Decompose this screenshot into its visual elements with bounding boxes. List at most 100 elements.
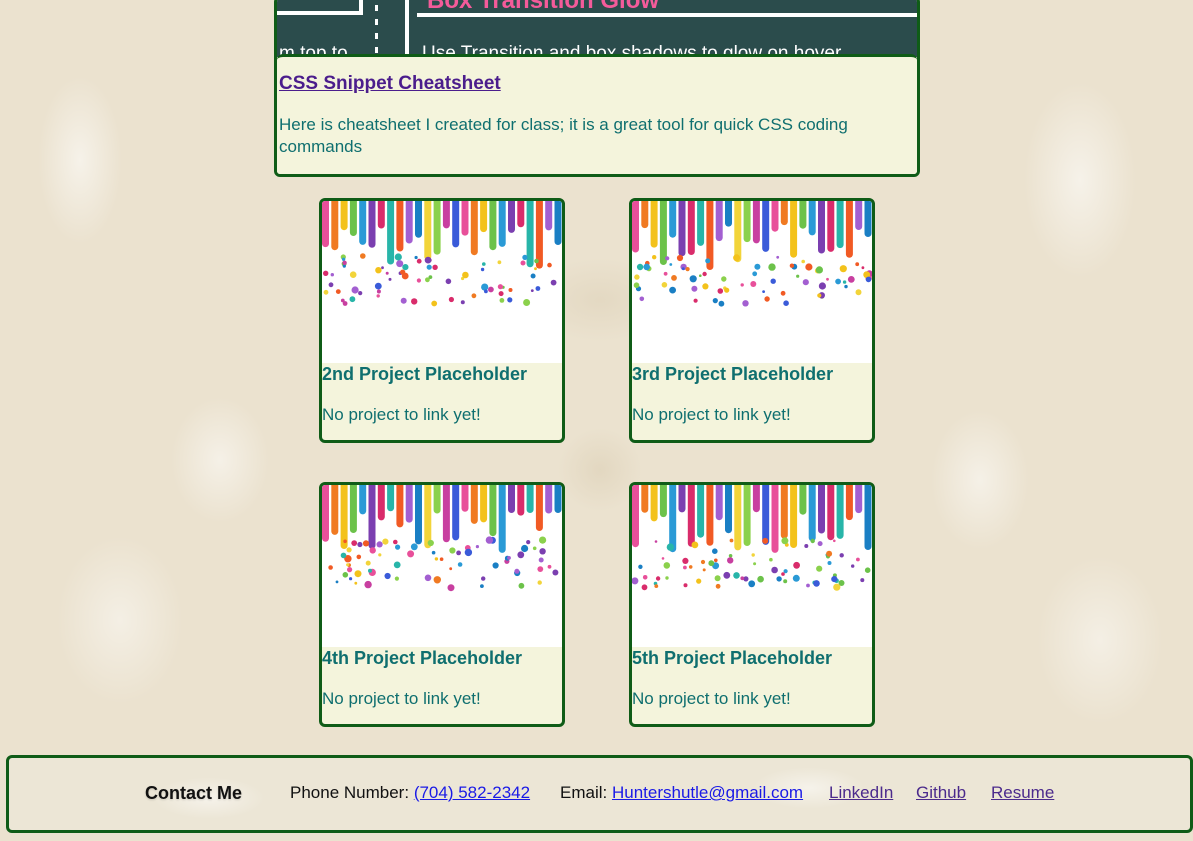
paint-dot <box>783 300 789 306</box>
paint-drip <box>808 201 816 236</box>
paint-dot <box>393 561 401 569</box>
paint-dot <box>347 567 353 573</box>
featured-project-body: CSS Snippet Cheatsheet Here is cheatshee… <box>277 54 917 174</box>
paint-dot <box>522 254 528 260</box>
paint-drip <box>678 201 686 257</box>
paint-dot <box>776 576 782 582</box>
paint-dot <box>364 580 372 589</box>
paint-dot <box>449 567 453 571</box>
paint-dot <box>729 538 734 543</box>
paint-dot <box>702 283 709 290</box>
paint-drip <box>864 485 872 550</box>
paint-drip <box>706 485 714 546</box>
paint-dot <box>699 274 702 277</box>
project-title: 4th Project Placeholder <box>322 648 523 668</box>
paint-dot <box>666 543 675 551</box>
paint-dot <box>643 263 650 271</box>
paint-dot <box>691 541 699 549</box>
project-title: 5th Project Placeholder <box>632 648 833 668</box>
paint-drip <box>498 485 506 553</box>
paint-drip <box>650 201 658 248</box>
paint-drip <box>545 201 553 231</box>
paint-drip <box>480 201 488 233</box>
phone-label: Phone Number: <box>290 783 410 802</box>
paint-dot <box>702 271 707 277</box>
paint-drip <box>780 201 788 226</box>
paint-dot <box>855 289 862 296</box>
paint-dot <box>518 582 525 589</box>
paint-dot <box>792 574 800 582</box>
paint-dot <box>384 572 391 580</box>
paint-drip <box>340 485 348 549</box>
paint-dot <box>433 576 441 584</box>
paint-drip <box>715 201 723 242</box>
project-card-5[interactable]: 5th Project Placeholder No project to li… <box>629 482 875 727</box>
paint-dot <box>833 583 841 591</box>
paint-dot <box>537 566 544 572</box>
project-card-3[interactable]: 3rd Project Placeholder No project to li… <box>629 198 875 443</box>
phone-link[interactable]: (704) 582-2342 <box>414 783 530 802</box>
paint-dot <box>728 554 733 558</box>
paint-dot <box>402 264 409 271</box>
paint-dot <box>388 277 392 281</box>
paint-dot <box>783 569 788 574</box>
paint-dot <box>376 541 383 548</box>
project-card-4[interactable]: 4th Project Placeholder No project to li… <box>319 482 565 727</box>
paint-dot <box>861 266 865 270</box>
paint-dot <box>702 568 706 572</box>
paint-dot <box>497 260 502 265</box>
paint-dot <box>764 296 770 302</box>
resume-link[interactable]: Resume <box>991 783 1054 803</box>
paint-dot <box>817 293 822 298</box>
paint-dot <box>748 580 756 588</box>
paint-drip <box>377 201 385 229</box>
paint-dot <box>488 286 494 293</box>
paint-dot <box>717 288 724 294</box>
paint-dot <box>636 263 644 271</box>
paint-dot <box>342 572 349 578</box>
paint-dot <box>426 264 432 270</box>
paint-dot <box>685 267 690 272</box>
banner-line <box>277 11 361 15</box>
paint-dot <box>432 264 438 270</box>
paint-drip <box>827 485 835 541</box>
paint-dot <box>356 554 362 560</box>
paint-dot <box>801 259 805 264</box>
paint-dot <box>789 263 795 268</box>
featured-project-image[interactable]: Box Transition Glow m top to Use Transit… <box>277 0 917 57</box>
paint-dot <box>796 274 800 278</box>
project-card-2[interactable]: 2nd Project Placeholder No project to li… <box>319 198 565 443</box>
paint-dot <box>447 584 455 592</box>
paint-drip <box>415 201 422 238</box>
featured-project-link[interactable]: CSS Snippet Cheatsheet <box>279 73 501 95</box>
paint-dot <box>818 282 826 290</box>
paint-dot <box>445 278 452 285</box>
paint-drip <box>808 485 816 542</box>
paint-drip <box>641 485 649 513</box>
email-link[interactable]: Huntershutle@gmail.com <box>612 783 803 802</box>
paint-dot <box>661 282 668 288</box>
paint-drip <box>725 201 732 227</box>
paint-dot <box>733 572 740 579</box>
linkedin-link[interactable]: LinkedIn <box>829 783 893 803</box>
paint-drip <box>405 485 413 523</box>
paint-dot <box>669 286 676 294</box>
paint-drip <box>678 485 686 513</box>
paint-dot <box>464 548 473 557</box>
paint-dot <box>805 263 813 271</box>
github-link[interactable]: Github <box>916 783 966 803</box>
paint-dot <box>328 565 333 570</box>
paint-drip <box>489 485 497 537</box>
paint-drip <box>659 201 667 265</box>
paint-dot <box>374 282 382 290</box>
paint-dot <box>342 264 346 268</box>
paint-dot <box>534 258 539 264</box>
paint-dot <box>410 543 418 551</box>
paint-dot <box>835 278 841 285</box>
paint-dot <box>539 536 547 544</box>
paint-drip <box>659 485 667 518</box>
paint-dot <box>683 583 688 588</box>
paint-dot <box>448 296 454 303</box>
featured-project-card[interactable]: Box Transition Glow m top to Use Transit… <box>274 0 920 177</box>
paint-dot <box>714 558 718 563</box>
